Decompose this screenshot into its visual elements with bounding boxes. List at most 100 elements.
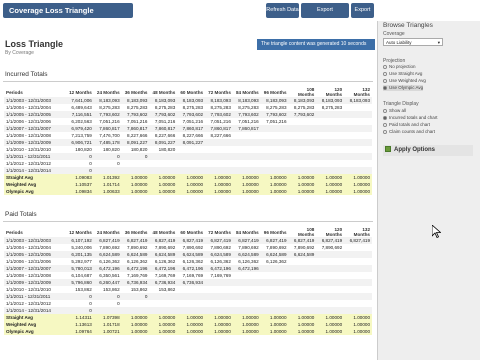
value-cell: 7,890,692 [266, 245, 287, 250]
projection-option-olympic[interactable]: Use Olympic Avg [383, 85, 424, 91]
value-cell: 7,169,769 [154, 273, 176, 278]
value-cell: 6,906,721 [66, 139, 94, 146]
value-cell [205, 139, 233, 146]
column-header: 108 Months [297, 227, 315, 237]
page-header: Loss Triangle By Coverage The triangle c… [0, 21, 375, 61]
app-title: Coverage Loss Triangle [3, 3, 133, 18]
column-header: 36 Months [124, 89, 148, 95]
value-cell: 8,275,283 [210, 105, 231, 110]
value-cell [233, 272, 261, 279]
average-cell: 1.00000 [205, 174, 233, 181]
value-cell [260, 125, 289, 132]
display-label: Triangle Display [383, 101, 419, 107]
value-cell [344, 300, 372, 307]
value-cell: 6,126,362 [238, 259, 259, 264]
value-cell: 0 [121, 153, 150, 160]
value-cell [177, 293, 206, 300]
radio-icon [383, 129, 387, 134]
value-cell: 7,860,817 [149, 125, 178, 132]
value-cell: 5,292,977 [71, 259, 92, 264]
projection-option-label: No projection [389, 64, 416, 69]
display-option-all[interactable]: Show all [383, 108, 406, 114]
radio-icon [383, 108, 387, 113]
value-cell [344, 167, 372, 174]
radio-icon [383, 64, 387, 69]
value-cell [344, 118, 372, 125]
value-cell: 8,183,093 [177, 97, 206, 104]
period-cell: 1/1/2003 - 12/31/2003 [4, 97, 66, 104]
period-cell: 1/1/2004 - 12/31/2004 [6, 105, 51, 110]
value-cell [232, 307, 261, 314]
display-option-paid[interactable]: Paid totals and chart [383, 122, 430, 128]
value-cell: 0 [93, 293, 122, 300]
table-row: 1/1/2008 - 12/31/2008 6,104,687 6,350,561 7… [4, 272, 372, 279]
display-option-label: Claim counts and chart [389, 129, 436, 134]
average-cell: 1.00000 [316, 328, 345, 335]
value-cell: 7,485,178 [93, 139, 122, 146]
column-header: 132 Months [353, 87, 370, 97]
value-cell [260, 279, 289, 286]
average-cell: 1.09764 [66, 328, 94, 335]
table-row: 1/1/2006 - 12/31/2006 5,292,977 6,126,362 6… [4, 258, 372, 265]
value-cell: 7,051,216 [154, 119, 176, 124]
apply-options-button[interactable]: Apply Options [383, 145, 473, 156]
coverage-select[interactable]: Auto Liability ▾ [383, 38, 443, 46]
projection-option-none[interactable]: No projection [383, 64, 416, 70]
value-cell [233, 286, 261, 293]
value-cell: 8,091,227 [177, 139, 206, 146]
table-row: 1/1/2005 - 12/31/2005 6,201,135 6,624,589 6… [4, 251, 372, 258]
value-cell [316, 279, 345, 286]
incurred-section-title: Incurred Totals [5, 71, 48, 78]
value-cell: 6,202,563 [71, 119, 92, 124]
export-all-button[interactable]: Export All [351, 3, 374, 28]
value-cell: 6,472,196 [205, 265, 233, 272]
average-row: Weighted Avg 1.13613 1.01718 1.00000 1.00000… [4, 321, 372, 328]
table-row: 1/1/2011 - 12/31/2011 0 0 0 [4, 293, 372, 300]
average-cell: 1.00000 [149, 328, 178, 335]
display-option-claims[interactable]: Claim counts and chart [383, 129, 435, 135]
value-cell [288, 265, 317, 272]
average-cell: 1.09083 [66, 174, 94, 181]
value-cell: 0 [66, 167, 94, 174]
value-cell: 7,793,602 [205, 111, 233, 118]
value-cell [344, 160, 372, 167]
column-header: 24 Months [96, 229, 120, 235]
value-cell [261, 300, 289, 307]
value-cell: 6,489,643 [71, 105, 92, 110]
export-spreadsheet-button[interactable]: Export Spreadsheet [301, 3, 349, 28]
refresh-data-button[interactable]: Refresh Data [266, 3, 299, 18]
average-cell: 1.00000 [260, 174, 289, 181]
projection-option-straight[interactable]: Use Straight Avg [383, 71, 422, 77]
projection-option-weighted[interactable]: Use Weighted Avg [383, 78, 426, 84]
value-cell: 6,827,419 [288, 237, 317, 244]
display-option-label: Show all [389, 108, 407, 113]
value-cell [121, 167, 150, 174]
value-cell [261, 132, 289, 139]
average-cell: 1.13613 [66, 321, 94, 328]
table-row: 1/1/2008 - 12/31/2008 7,213,759 7,476,700 8… [4, 132, 372, 139]
value-cell [149, 153, 178, 160]
average-cell: 1.00000 [316, 181, 345, 188]
display-option-incurred[interactable]: Incurred totals and chart [383, 115, 438, 121]
column-header: 84 Months [235, 229, 259, 235]
column-header: 48 Months [152, 229, 176, 235]
radio-icon [383, 71, 387, 76]
average-cell: 1.00000 [288, 181, 317, 188]
column-header: 24 Months [96, 89, 120, 95]
value-cell: 0 [66, 307, 94, 314]
value-cell: 6,624,589 [121, 251, 150, 258]
value-cell: 8,227,666 [182, 133, 204, 138]
value-cell: 7,169,769 [210, 273, 231, 278]
divider [3, 221, 373, 222]
value-cell [177, 300, 205, 307]
value-cell [344, 146, 372, 153]
value-cell [260, 307, 289, 314]
average-cell: 1.00000 [260, 328, 289, 335]
value-cell: 153,862 [158, 287, 176, 292]
value-cell [149, 300, 177, 307]
value-cell: 7,793,602 [121, 111, 150, 118]
average-label: Weighted Avg [4, 321, 66, 328]
value-cell [316, 132, 344, 139]
value-cell: 0 [117, 301, 120, 306]
average-cell: 1.00000 [260, 321, 289, 328]
